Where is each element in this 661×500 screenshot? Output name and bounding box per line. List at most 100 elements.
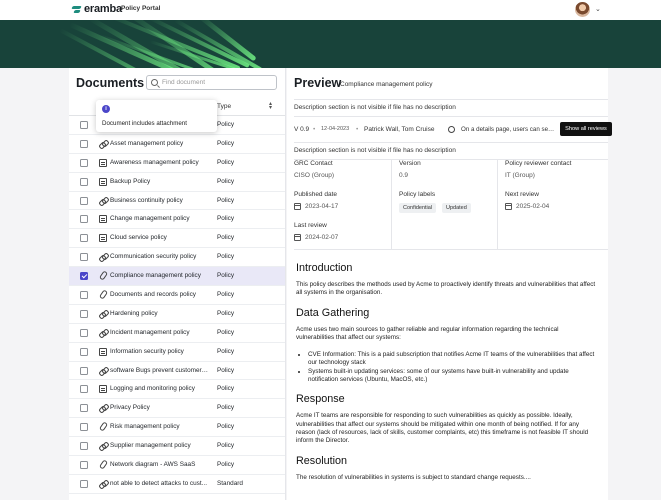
row-checkbox[interactable] [80,328,88,337]
document-name[interactable]: Compliance management policy [110,272,210,279]
document-type: Policy [217,139,235,147]
row-checkbox[interactable] [80,366,88,375]
row-checkbox[interactable] [80,121,88,129]
sort-icon[interactable]: ▴ ▾ [269,101,272,111]
search-box[interactable] [146,75,277,90]
document-type: Standard [217,479,243,487]
row-checkbox[interactable] [80,442,88,451]
info-icon: i [102,105,110,113]
document-name[interactable]: Asset management policy [110,140,210,147]
document-type: Policy [217,309,235,317]
description-note-2: Description section is not visible if fi… [294,143,608,160]
documents-list: Policy Asset management policy Policy Aware… [69,116,285,494]
document-type: Policy [217,215,235,223]
document-name[interactable]: Backup Policy [110,178,210,185]
document-type: Policy [217,272,235,280]
document-name[interactable]: Awareness management policy [110,159,210,166]
row-checkbox[interactable] [80,423,88,432]
row-checkbox[interactable] [80,347,88,356]
table-row[interactable]: Risk management policy Policy [69,418,285,438]
document-type: Policy [217,196,235,204]
link-icon [99,367,107,375]
document-name[interactable]: Logging and monitoring policy [110,385,210,392]
paragraph-introduction: This policy describes the methods used b… [296,281,596,297]
table-row[interactable]: software Bugs prevent customers... Policy [69,362,285,381]
row-checkbox[interactable] [80,215,88,224]
row-checkbox[interactable] [80,461,88,470]
table-row[interactable]: Hardening policy Policy [69,305,285,324]
row-checkbox[interactable] [80,291,88,300]
table-row[interactable]: Logging and monitoring policy Policy [69,380,285,400]
heading-data-gathering: Data Gathering [296,306,370,319]
document-name[interactable]: Change management policy [110,215,210,222]
table-row[interactable]: Information security policy Policy [69,343,285,362]
grc-contact-label: GRC Contact [294,160,333,167]
document-name[interactable]: Supplier management policy [110,442,210,449]
row-checkbox[interactable] [80,234,88,243]
document-name[interactable]: Privacy Policy [110,404,210,411]
document-name[interactable]: Communication security policy [110,253,210,260]
row-checkbox[interactable] [80,158,88,167]
heading-response: Response [296,393,345,406]
document-name[interactable]: Documents and records policy [110,291,210,298]
document-type: Policy [217,461,235,469]
row-checkbox[interactable] [80,272,88,281]
avatar[interactable] [575,2,590,17]
version-date: 12-04-2023 [321,126,350,132]
chevron-down-icon[interactable]: ⌄ [595,5,601,13]
eramba-logo[interactable]: eramba [72,3,122,15]
document-icon [99,177,107,186]
row-checkbox[interactable] [80,253,88,262]
table-row[interactable]: Supplier management policy Policy [69,437,285,457]
document-type: Policy [217,423,235,431]
table-row[interactable]: Incident management policy Policy [69,324,285,343]
table-row[interactable]: Compliance management policy Policy [69,267,285,287]
document-type: Policy [217,404,235,412]
document-name[interactable]: Incident management policy [110,329,210,336]
search-input[interactable] [162,79,272,86]
row-checkbox[interactable] [80,404,88,413]
table-row[interactable]: Privacy Policy Policy [69,399,285,419]
table-row[interactable]: not able to detect attacks to cust... Sta… [69,475,285,494]
heading-introduction: Introduction [296,262,353,274]
show-all-reviews-button[interactable]: Show all reviews [560,122,612,136]
document-name[interactable]: Network diagram - AWS SaaS [110,461,210,468]
document-name[interactable]: software Bugs prevent customers... [110,367,210,374]
document-type: Policy [217,385,235,393]
table-row[interactable]: Documents and records policy Policy [69,286,285,305]
row-checkbox[interactable] [80,479,88,488]
description-note: Description section is not visible if fi… [294,99,608,117]
document-name[interactable]: Hardening policy [110,310,210,317]
reviewer-contact-label: Policy reviewer contact [505,160,572,167]
paragraph-resolution: The resolution of vulnerabilities in sys… [296,473,531,481]
document-name[interactable]: Business continuity policy [110,197,210,204]
row-checkbox[interactable] [80,177,88,186]
table-row[interactable]: Asset management policy Policy [69,135,285,154]
published-date-label: Published date [294,191,338,198]
document-name[interactable]: not able to detect attacks to cust... [110,480,210,487]
row-checkbox[interactable] [80,139,88,148]
row-checkbox[interactable] [80,385,88,394]
link-icon [99,253,107,261]
table-row[interactable]: Backup Policy Policy [69,173,285,192]
paperclip-icon [98,289,109,300]
table-row[interactable]: Cloud service policy Policy [69,229,285,249]
type-column-header[interactable]: Type [217,103,231,110]
table-row[interactable]: Business continuity policy Policy [69,192,285,211]
document-name[interactable]: Cloud service policy [110,234,210,241]
row-checkbox[interactable] [80,309,88,318]
table-row[interactable]: Communication security policy Policy [69,248,285,268]
table-row[interactable]: Change management policy Policy [69,210,285,230]
document-name[interactable]: Information security policy [110,348,210,355]
review-comment: On a details page, users can see... [461,126,555,133]
published-date-value: 2023-04-17 [305,203,339,210]
table-row[interactable]: Awareness management policy Policy [69,154,285,173]
list-item: CVE Information: This is a paid subscrip… [308,351,596,368]
table-row[interactable]: Network diagram - AWS SaaS Policy [69,456,285,475]
grc-contact-value: CISO (Group) [294,172,335,179]
last-review-label: Last review [294,222,327,229]
document-icon [99,215,107,224]
document-name[interactable]: Risk management policy [110,423,210,430]
hero-banner [0,20,661,68]
row-checkbox[interactable] [80,196,88,205]
